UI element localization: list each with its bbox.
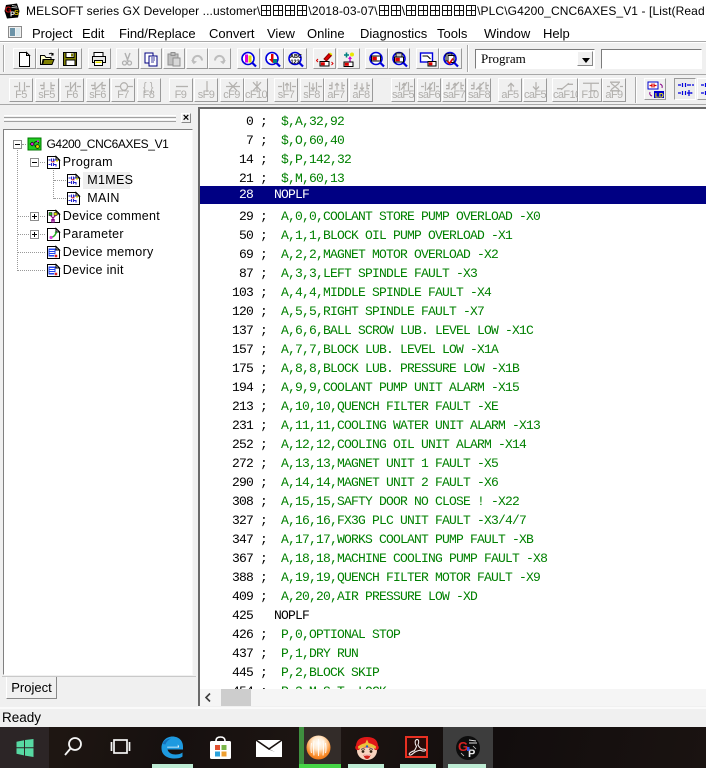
svg-text:123: 123	[291, 59, 300, 65]
svg-text:LD: LD	[655, 92, 664, 99]
svg-text:G: G	[458, 739, 468, 754]
svg-text:S: S	[14, 8, 19, 17]
